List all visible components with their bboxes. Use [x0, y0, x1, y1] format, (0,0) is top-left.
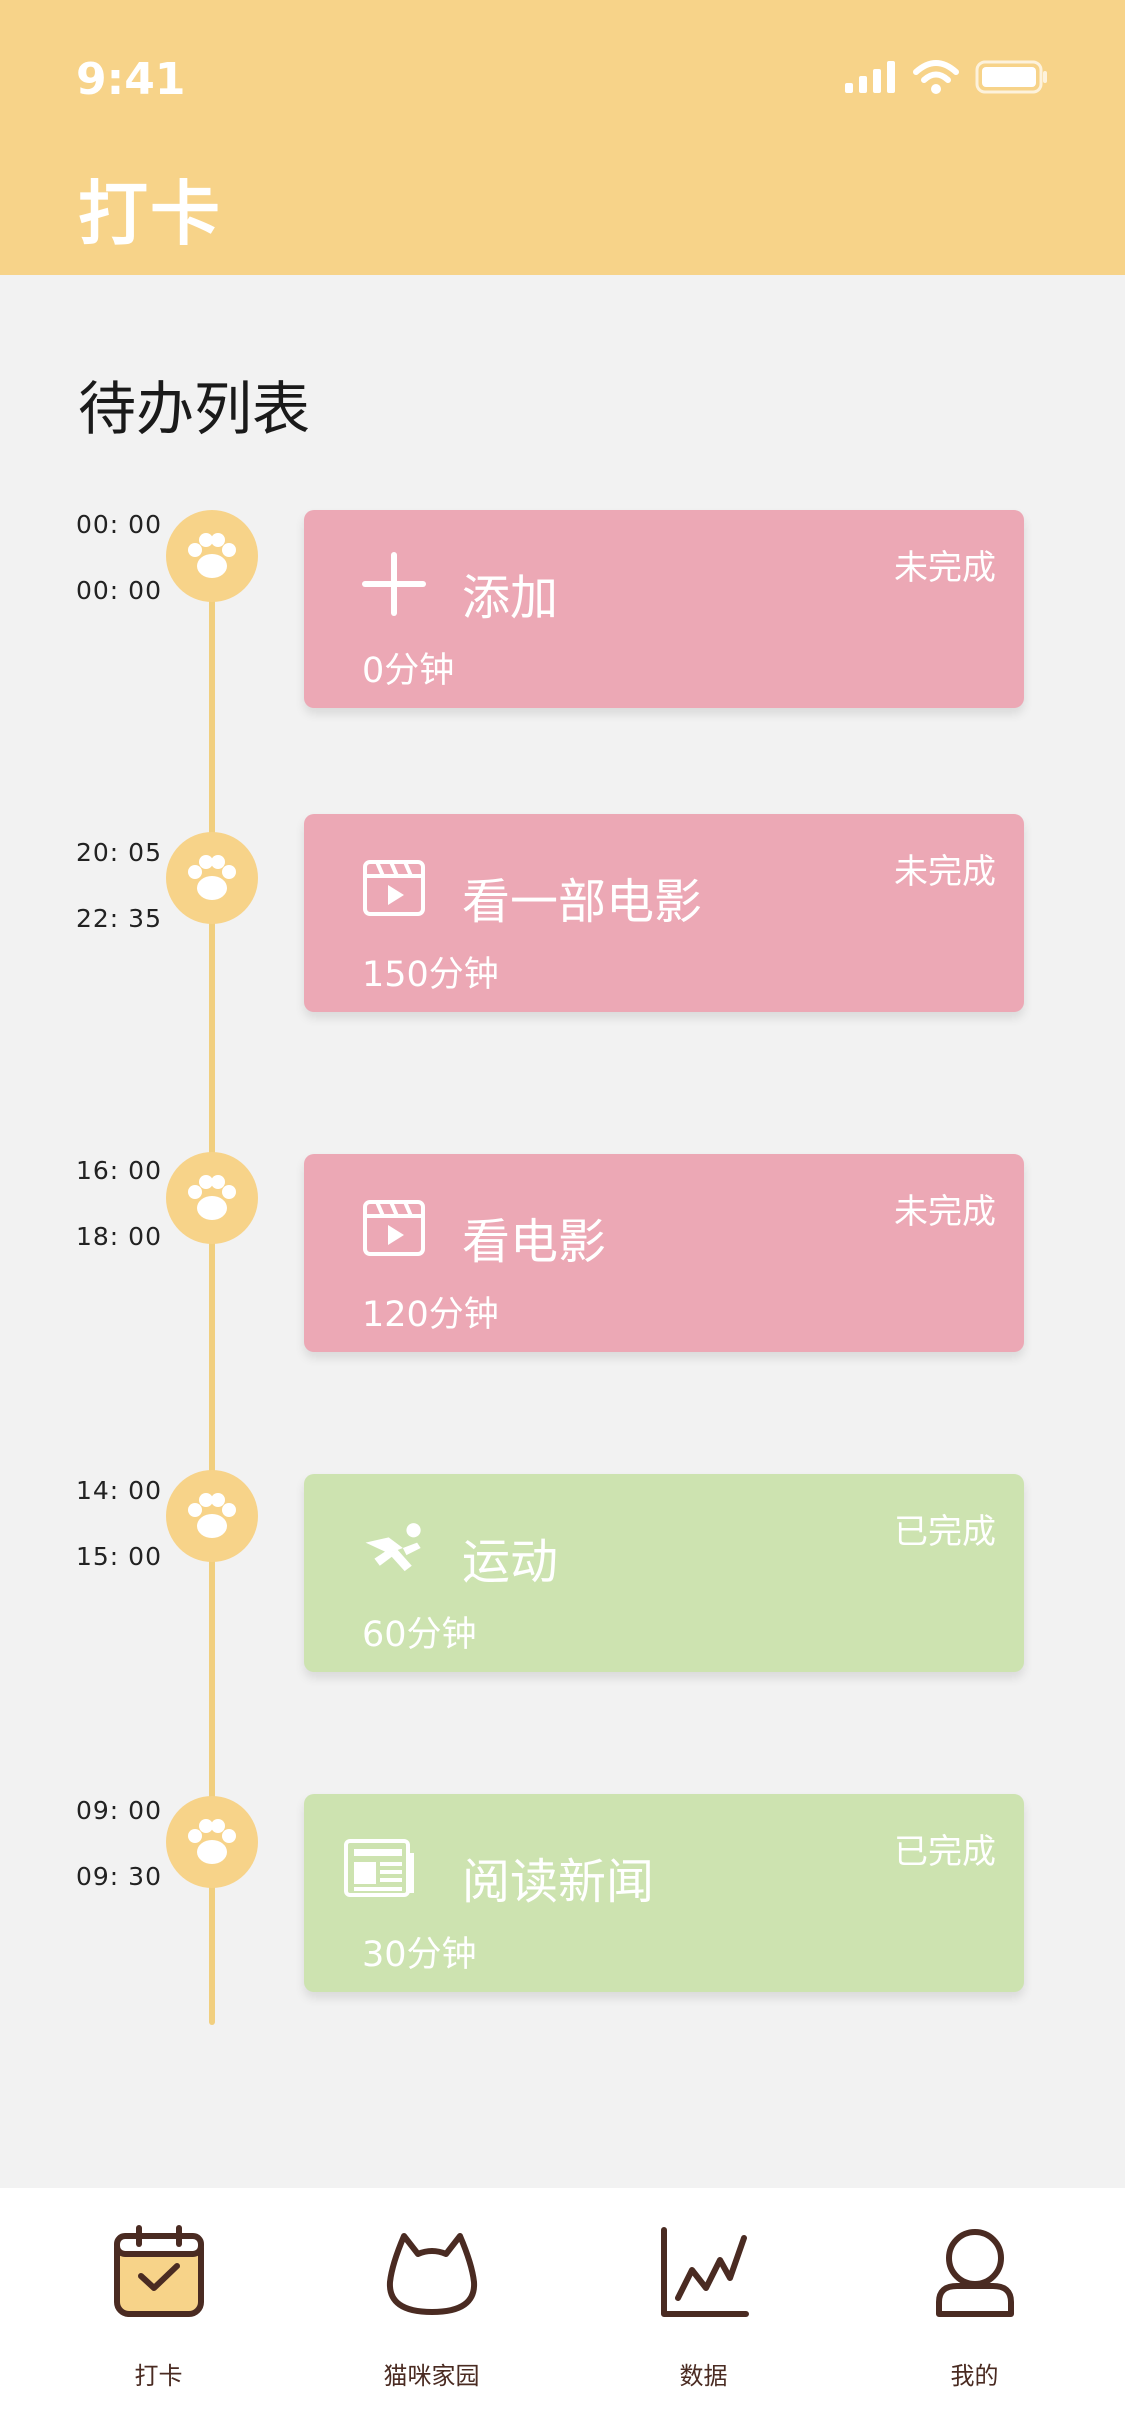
tab-bar: 打卡 猫咪家园 数据 我的	[0, 2188, 1125, 2436]
header: 9:41 打卡	[0, 0, 1125, 275]
task-title: 看一部电影	[462, 874, 703, 930]
timeline-node	[166, 1470, 258, 1562]
task-title: 添加	[462, 570, 559, 626]
task-status: 已完成	[894, 1512, 996, 1552]
timeline-node	[166, 832, 258, 924]
status-time: 9:41	[76, 54, 186, 105]
task-card[interactable]: 阅读新闻 30分钟 已完成	[304, 1794, 1024, 1992]
task-duration: 150分钟	[362, 955, 499, 995]
task-card[interactable]: 添加 0分钟 未完成	[304, 510, 1024, 708]
task-title: 看电影	[462, 1214, 607, 1270]
timeline-node	[166, 510, 258, 602]
tab-checkin[interactable]: 打卡	[18, 2188, 299, 2436]
task-start-time: 00: 00	[76, 510, 162, 539]
cat-head-icon	[386, 2233, 477, 2315]
battery-icon	[975, 60, 1047, 94]
tab-label: 猫咪家园	[383, 2362, 480, 2390]
tab-data[interactable]: 数据	[563, 2188, 844, 2436]
task-card[interactable]: 看电影 120分钟 未完成	[304, 1154, 1024, 1352]
paw-icon	[188, 1175, 236, 1220]
running-icon	[362, 1516, 426, 1580]
plus-icon	[362, 552, 426, 616]
timeline-node	[166, 1152, 258, 1244]
task-start-time: 16: 00	[76, 1156, 162, 1185]
cellular-signal-icon	[845, 61, 895, 93]
task-duration: 0分钟	[362, 651, 455, 691]
paw-icon	[188, 1493, 236, 1538]
timeline-node	[166, 1796, 258, 1888]
task-end-time: 18: 00	[76, 1222, 162, 1251]
calendar-check-icon	[113, 2225, 204, 2317]
task-status: 未完成	[894, 1192, 996, 1232]
task-status: 未完成	[894, 852, 996, 892]
task-end-time: 22: 35	[76, 904, 162, 933]
task-status: 未完成	[894, 548, 996, 588]
task-start-time: 09: 00	[76, 1796, 162, 1825]
task-card[interactable]: 看一部电影 150分钟 未完成	[304, 814, 1024, 1012]
task-end-time: 09: 30	[76, 1862, 162, 1891]
task-title: 阅读新闻	[462, 1854, 655, 1910]
section-title: 待办列表	[78, 375, 311, 443]
task-duration: 120分钟	[362, 1295, 499, 1335]
user-icon	[935, 2229, 1014, 2317]
page-title: 打卡	[78, 173, 222, 255]
task-end-time: 15: 00	[76, 1542, 162, 1571]
task-duration: 30分钟	[362, 1935, 477, 1975]
task-start-time: 20: 05	[76, 838, 162, 867]
newspaper-icon	[344, 1836, 416, 1900]
tab-mine[interactable]: 我的	[834, 2188, 1115, 2436]
task-card[interactable]: 运动 60分钟 已完成	[304, 1474, 1024, 1672]
tab-cat-home[interactable]: 猫咪家园	[291, 2188, 572, 2436]
tab-label: 打卡	[134, 2362, 183, 2390]
line-chart-icon	[660, 2227, 749, 2317]
film-icon	[362, 1196, 426, 1260]
paw-icon	[188, 533, 236, 578]
task-duration: 60分钟	[362, 1615, 477, 1655]
paw-icon	[188, 855, 236, 900]
wifi-icon	[913, 60, 959, 94]
status-icons	[845, 60, 1049, 94]
task-end-time: 00: 00	[76, 576, 162, 605]
task-start-time: 14: 00	[76, 1476, 162, 1505]
paw-icon	[188, 1819, 236, 1864]
film-icon	[362, 856, 426, 920]
task-title: 运动	[462, 1534, 559, 1590]
tab-label: 我的	[950, 2362, 999, 2390]
tab-label: 数据	[679, 2362, 728, 2390]
task-status: 已完成	[894, 1832, 996, 1872]
